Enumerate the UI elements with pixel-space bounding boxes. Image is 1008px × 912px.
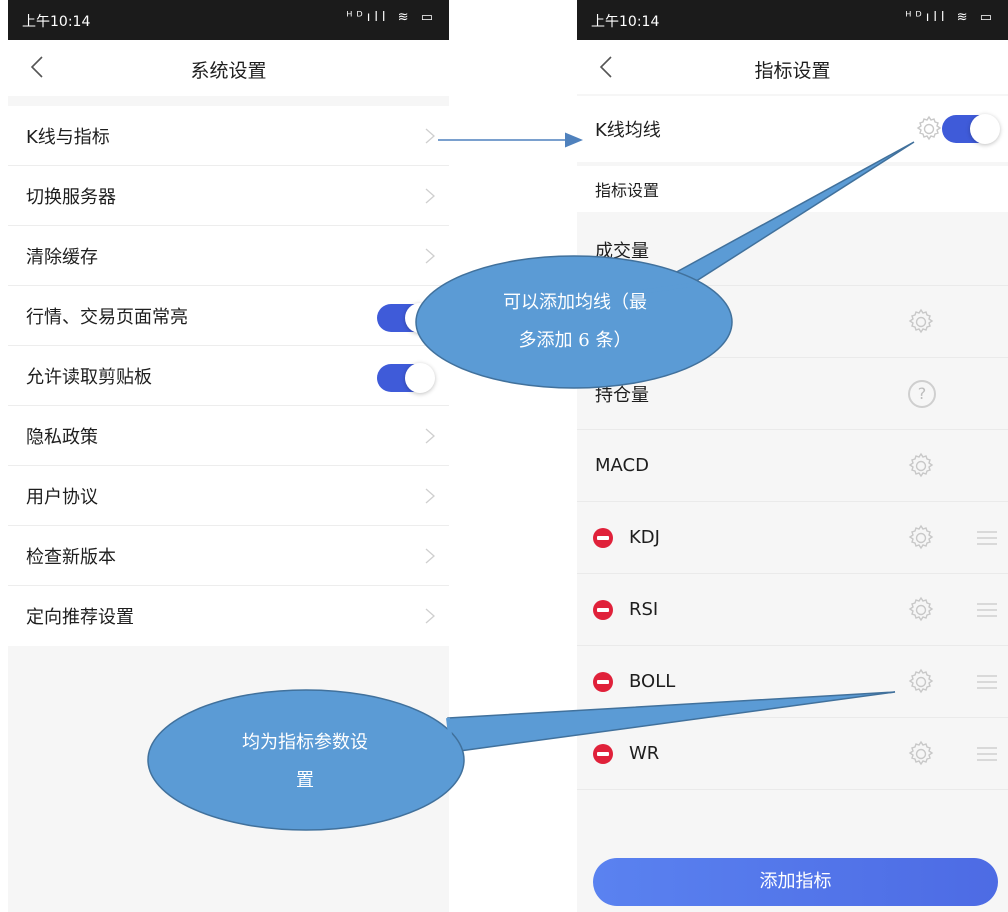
callout-line: 均为指标参数设 <box>242 732 368 753</box>
annotation-layer <box>147 132 915 831</box>
callout-bottom-text: 均为指标参数设 置 <box>170 724 440 800</box>
callout-top-text: 可以添加均线（最 多添加 6 条） <box>440 284 710 360</box>
callout-line: 多添加 6 条） <box>518 330 632 351</box>
callout-tail <box>447 691 896 753</box>
callout-tail <box>639 141 915 293</box>
callout-line: 置 <box>296 770 314 791</box>
callout-line: 可以添加均线（最 <box>503 292 647 313</box>
